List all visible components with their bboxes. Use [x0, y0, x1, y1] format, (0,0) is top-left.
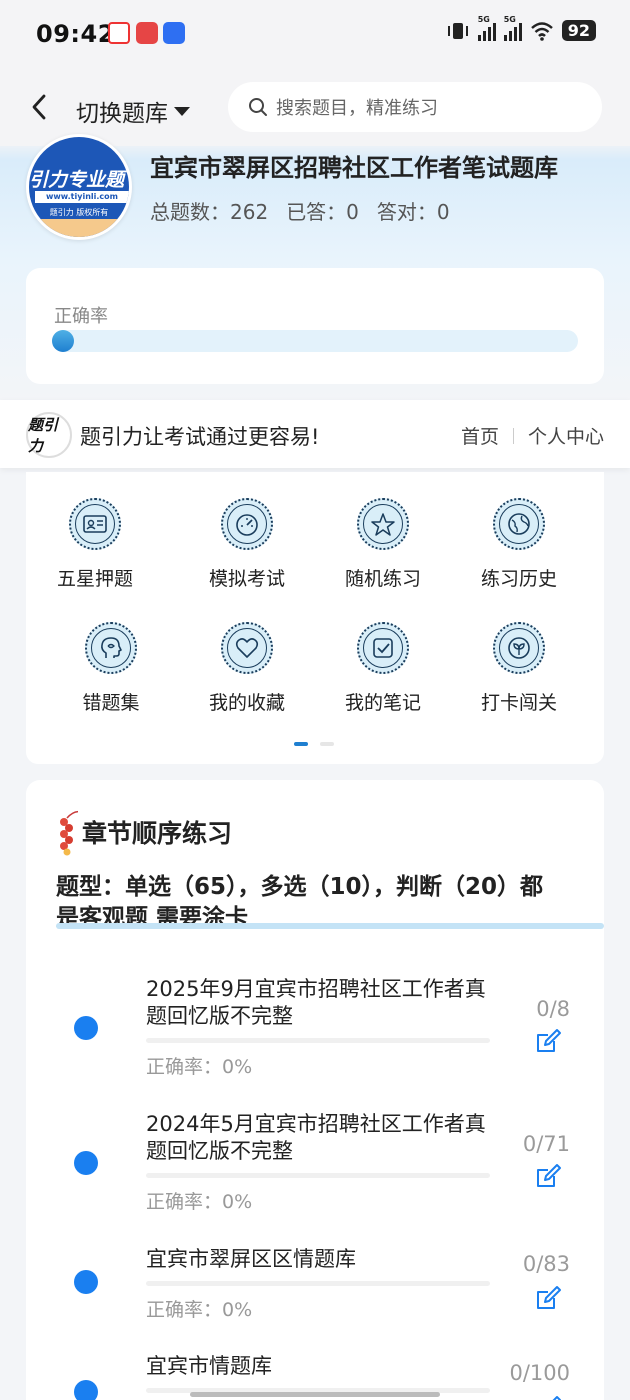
edit-icon[interactable] — [534, 1162, 562, 1190]
brand-logo: 题引力 — [26, 412, 72, 458]
top-navigation: 切换题库 搜索题目，精准练习 — [0, 70, 630, 146]
chapter-progress-bar — [146, 1281, 490, 1286]
status-bar: 09:42 5G 5G 92 — [0, 0, 630, 68]
notification-app-icon — [163, 22, 185, 44]
feature-check-in[interactable]: 打卡闯关 — [450, 622, 588, 715]
chapter-progress-bar — [146, 1173, 490, 1178]
chapter-accuracy: 正确率：0% — [146, 1056, 253, 1078]
caret-down-icon — [174, 106, 190, 116]
feature-five-star[interactable]: 五星押题 — [26, 498, 164, 591]
brand-slogan: 题引力让考试通过更容易! — [80, 425, 320, 449]
vibrate-icon — [447, 22, 468, 39]
home-indicator[interactable] — [190, 1392, 440, 1397]
feature-mock-exam[interactable]: 模拟考试 — [178, 498, 316, 591]
feature-grid: 五星押题 模拟考试 随机练习 练习历史 错题集 我的收藏 我的笔记 打卡闯关 — [26, 472, 604, 764]
head-profile-icon — [85, 622, 137, 674]
battery-indicator: 92 — [561, 20, 596, 41]
signal-icon: 5G — [477, 15, 496, 41]
chapter-name: 2025年9月宜宾市招聘社区工作者真题回忆版不完整 — [146, 977, 486, 1028]
switch-bank-dropdown[interactable]: 切换题库 — [76, 94, 190, 128]
chapter-bullet — [74, 1016, 98, 1040]
signal-icon: 5G — [503, 15, 522, 41]
chapter-name: 宜宾市情题库 — [146, 1354, 272, 1378]
feature-notes[interactable]: 我的笔记 — [314, 622, 452, 715]
feature-practice-history[interactable]: 练习历史 — [450, 498, 588, 591]
notification-app-icon — [108, 22, 130, 44]
nav-profile-link[interactable]: 个人中心 — [528, 422, 604, 449]
answered-count: 已答：0 — [286, 200, 359, 224]
chapter-name: 宜宾市翠屏区区情题库 — [146, 1247, 356, 1271]
wifi-icon — [530, 21, 553, 41]
page-dot — [320, 742, 334, 746]
chapter-progress-count: 0/8 — [536, 997, 570, 1021]
chapter-section-header: 章节顺序练习 — [56, 808, 232, 856]
accuracy-progress-indicator — [52, 330, 74, 352]
notification-app-icon — [136, 22, 158, 44]
chapter-progress-count: 0/71 — [522, 1132, 570, 1156]
status-time: 09:42 — [36, 20, 115, 48]
id-card-icon — [69, 498, 121, 550]
accuracy-progress-track — [52, 330, 578, 352]
chapter-bullet — [74, 1380, 98, 1400]
correct-count: 答对：0 — [376, 200, 450, 224]
chapter-bullet — [74, 1151, 98, 1175]
chapter-progress-count: 0/83 — [522, 1252, 570, 1276]
leaf-badge-icon — [493, 622, 545, 674]
chapter-name: 2024年5月宜宾市招聘社区工作者真题回忆版不完整 — [146, 1112, 486, 1163]
feature-wrong-questions[interactable]: 错题集 — [42, 622, 180, 715]
search-input[interactable]: 搜索题目，精准练习 — [228, 82, 602, 132]
page-indicator — [294, 742, 334, 746]
total-questions: 总题数：262 — [150, 200, 269, 224]
heart-icon — [221, 622, 273, 674]
banner-nav: 首页 个人中心 — [461, 422, 604, 449]
bank-stats: 总题数：262 已答：0 答对：0 — [150, 196, 450, 225]
chapter-accuracy: 正确率：0% — [146, 1299, 253, 1321]
chapter-progress-bar — [146, 1038, 490, 1043]
chapter-section-title: 章节顺序练习 — [82, 819, 233, 848]
status-indicators: 5G 5G 92 — [446, 15, 596, 41]
chapter-practice-card: 章节顺序练习 题型：单选（65），多选（10），判断（20）都是客观题 需要涂卡… — [26, 780, 604, 1400]
feature-favorites[interactable]: 我的收藏 — [178, 622, 316, 715]
bank-title: 宜宾市翠屏区招聘社区工作者笔试题库 — [150, 154, 558, 182]
section-divider — [56, 923, 604, 929]
speedometer-icon — [221, 498, 273, 550]
search-icon — [249, 98, 267, 116]
search-placeholder: 搜索题目，精准练习 — [276, 98, 438, 119]
nav-home-link[interactable]: 首页 — [461, 422, 499, 449]
page-dot-active — [294, 742, 308, 746]
feature-random-practice[interactable]: 随机练习 — [314, 498, 452, 591]
bank-logo: 引力专业题 www.tiyinli.com 题引力 版权所有 — [26, 134, 132, 240]
globe-icon — [493, 498, 545, 550]
edit-icon[interactable] — [534, 1027, 562, 1055]
accuracy-card: 正确率 — [26, 268, 604, 384]
accuracy-label: 正确率 — [54, 306, 108, 327]
chapter-progress-count: 0/100 — [509, 1361, 570, 1385]
edit-icon[interactable] — [534, 1284, 562, 1312]
chapter-accuracy: 正确率：0% — [146, 1191, 253, 1213]
edit-icon[interactable] — [534, 1394, 562, 1400]
chevron-left-icon[interactable] — [28, 92, 50, 122]
brand-banner: 题引力 题引力让考试通过更容易! 首页 个人中心 — [0, 400, 630, 468]
firecracker-icon — [60, 810, 78, 856]
chapter-bullet — [74, 1270, 98, 1294]
star-network-icon — [357, 498, 409, 550]
switch-bank-label: 切换题库 — [76, 101, 168, 127]
nav-divider — [512, 427, 514, 444]
note-check-icon — [357, 622, 409, 674]
